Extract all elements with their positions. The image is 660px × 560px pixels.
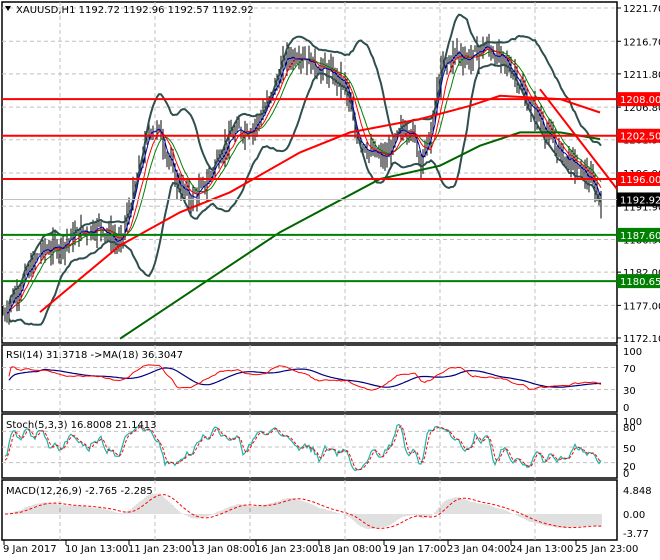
stoch-tick-label: 50: [623, 444, 636, 455]
chart-title: XAUUSD,H1 1192.72 1192.96 1192.57 1192.9…: [16, 5, 254, 16]
stoch-tick-label: 80: [623, 423, 636, 434]
macd-tick-label: -3.77: [623, 529, 649, 540]
price-tick-label: 1216.70: [623, 37, 660, 48]
level-label: 1202.50: [620, 132, 660, 143]
time-label: 23 Jan 04:00: [447, 544, 510, 555]
rsi-tick-label: 70: [623, 364, 636, 375]
time-label: 16 Jan 23:00: [255, 544, 318, 555]
level-label: 1187.60: [620, 231, 660, 242]
rsi-tick-label: 100: [623, 347, 642, 358]
rsi-label: RSI(14) 31.3718 ->MA(18) 36.3047: [6, 350, 183, 361]
price-tick-label: 1177.00: [623, 301, 660, 312]
time-label: 10 Jan 13:00: [65, 544, 128, 555]
price-tick-label: 1211.80: [623, 70, 660, 81]
rsi-tick-label: 0: [623, 403, 629, 414]
time-label: 24 Jan 13:00: [510, 544, 573, 555]
chart-canvas: 1221.701216.701211.801206.801201.901196.…: [1, 1, 660, 555]
time-label: 19 Jan 17:00: [383, 544, 446, 555]
stoch-label: Stoch(5,3,3) 16.8008 21.1413: [6, 420, 157, 431]
chart-window: 1221.701216.701211.801206.801201.901196.…: [0, 0, 660, 560]
macd-tick-label: 4.848: [623, 486, 652, 497]
current-price-label: 1192.92: [620, 195, 660, 206]
macd-tick-label: 0.00: [623, 510, 645, 521]
rsi-tick-label: 30: [623, 386, 636, 397]
level-label: 1180.65: [620, 277, 660, 288]
time-label: 18 Jan 08:00: [318, 544, 381, 555]
price-tick-label: 1172.10: [623, 334, 660, 345]
level-label: 1196.00: [620, 175, 660, 186]
stoch-tick-label: 0: [623, 469, 629, 480]
macd-label: MACD(12,26,9) -2.765 -2.285: [6, 486, 153, 497]
time-label: 11 Jan 23:00: [128, 544, 191, 555]
time-label: 13 Jan 08:00: [192, 544, 255, 555]
time-label: 25 Jan 23:00: [575, 544, 638, 555]
time-label: 9 Jan 2017: [3, 544, 57, 555]
level-label: 1208.00: [620, 95, 660, 106]
price-tick-label: 1221.70: [623, 4, 660, 15]
